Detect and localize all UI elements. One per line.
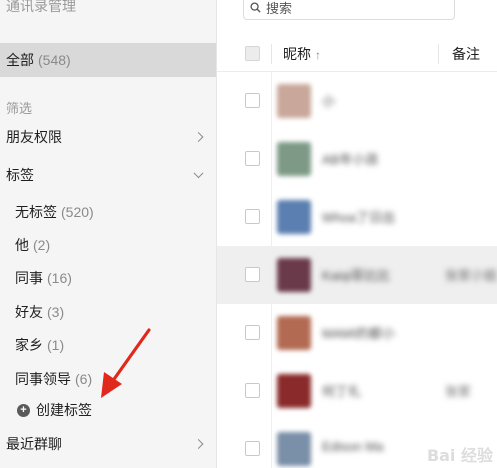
- contact-row[interactable]: Whoa了日出: [217, 188, 497, 246]
- row-checkbox[interactable]: [245, 325, 260, 340]
- avatar: [277, 200, 311, 234]
- column-header-nickname[interactable]: 昵称 ↑: [283, 44, 321, 64]
- row-checkbox[interactable]: [245, 151, 260, 166]
- contact-row[interactable]: AB年小孩: [217, 130, 497, 188]
- sidebar-item-label: 朋友权限: [6, 129, 62, 145]
- avatar: [277, 84, 311, 118]
- search-placeholder: 搜索: [266, 0, 293, 16]
- chevron-right-icon: [193, 439, 204, 449]
- contact-nickname: Whoa了日出: [322, 210, 395, 225]
- sidebar-item-tag-leader[interactable]: 同事领导 (6): [0, 362, 216, 396]
- row-checkbox[interactable]: [245, 383, 260, 398]
- sidebar-item-tag-hometown[interactable]: 家乡 (1): [0, 328, 216, 362]
- column-divider: [271, 304, 272, 362]
- column-divider: [271, 246, 272, 304]
- select-all-checkbox[interactable]: [245, 46, 260, 61]
- sidebar-item-count: (2): [33, 237, 51, 253]
- row-checkbox[interactable]: [245, 441, 260, 456]
- sidebar-item-label: 全部: [6, 52, 34, 68]
- contact-nickname: Kaiqi菲比比: [322, 268, 390, 283]
- filter-section-title: 筛选: [6, 101, 33, 116]
- contact-nickname: AB年小孩: [322, 152, 379, 167]
- contact-row[interactable]: 小: [217, 72, 497, 130]
- sidebar: 通讯录管理 全部 (548) 筛选 朋友权限 标签 无标签 (520) 他 (2…: [0, 0, 217, 468]
- create-tag-button[interactable]: + 创建标签: [0, 393, 216, 427]
- chevron-right-icon: [193, 132, 204, 142]
- sidebar-item-count: (3): [47, 304, 65, 320]
- column-divider: [271, 420, 272, 468]
- avatar: [277, 142, 311, 176]
- sidebar-item-tag-none[interactable]: 无标签 (520): [0, 195, 216, 229]
- sidebar-item-label: 他: [15, 237, 29, 253]
- sidebar-item-recent-groups[interactable]: 最近群聊: [0, 427, 216, 461]
- avatar: [277, 374, 311, 408]
- sidebar-item-label: 家乡: [15, 337, 43, 353]
- contact-row[interactable]: 何丁礼 张家: [217, 362, 497, 420]
- sidebar-item-label: 无标签: [15, 204, 57, 220]
- contact-nickname: 小: [322, 94, 336, 109]
- avatar: [277, 258, 311, 292]
- sidebar-item-count: (1): [47, 337, 65, 353]
- sidebar-item-label: 最近群聊: [6, 436, 62, 452]
- sidebar-item-count: (16): [47, 270, 72, 286]
- chevron-down-icon: [193, 168, 204, 179]
- column-divider: [271, 130, 272, 188]
- avatar: [277, 432, 311, 466]
- sidebar-item-count: (548): [38, 52, 71, 68]
- column-header-nickname-label: 昵称: [283, 45, 311, 62]
- contact-nickname: Edison Ma: [322, 439, 384, 454]
- sidebar-item-label: 同事领导: [15, 371, 71, 387]
- sidebar-item-all[interactable]: 全部 (548): [0, 43, 216, 77]
- row-checkbox[interactable]: [245, 209, 260, 224]
- sidebar-item-label: 同事: [15, 270, 43, 286]
- contact-remark: 张家: [445, 384, 472, 399]
- plus-circle-icon: +: [17, 403, 30, 417]
- avatar: [277, 316, 311, 350]
- sidebar-item-label: 标签: [6, 167, 34, 183]
- column-divider: [271, 362, 272, 420]
- column-header-remark[interactable]: 备注: [452, 44, 480, 64]
- sidebar-item-tag-he[interactable]: 他 (2): [0, 228, 216, 262]
- search-input[interactable]: 搜索: [243, 0, 455, 20]
- table-header: 昵称 ↑ 备注: [217, 36, 497, 72]
- contact-remark: 张家小姐: [445, 268, 497, 283]
- sidebar-item-tag-friend[interactable]: 好友 (3): [0, 295, 216, 329]
- create-tag-label: 创建标签: [36, 402, 92, 418]
- sidebar-title: 通讯录管理: [6, 0, 76, 14]
- sort-arrow-icon: ↑: [315, 47, 321, 62]
- sidebar-item-friend-permission[interactable]: 朋友权限: [0, 120, 216, 154]
- contact-list-panel: 搜索 昵称 ↑ 备注 小 AB年小孩 Whoa了日出 Kaiqi菲比比 张家小姐 MAMI的…: [217, 0, 497, 468]
- column-divider: [271, 188, 272, 246]
- column-divider: [438, 44, 439, 64]
- contact-nickname: MAMI的都小: [322, 326, 395, 341]
- row-checkbox[interactable]: [245, 93, 260, 108]
- sidebar-item-tag-colleague[interactable]: 同事 (16): [0, 261, 216, 295]
- column-divider: [271, 44, 272, 64]
- sidebar-item-label: 好友: [15, 304, 43, 320]
- contact-nickname: 何丁礼: [322, 384, 362, 399]
- contact-row[interactable]: Kaiqi菲比比 张家小姐: [217, 246, 497, 304]
- row-checkbox[interactable]: [245, 267, 260, 282]
- column-divider: [271, 72, 272, 130]
- watermark-logo: Bai 经验: [426, 446, 493, 465]
- contact-row[interactable]: MAMI的都小: [217, 304, 497, 362]
- sidebar-item-count: (520): [61, 204, 94, 220]
- sidebar-item-tags[interactable]: 标签: [0, 158, 216, 192]
- sidebar-item-count: (6): [75, 371, 93, 387]
- search-icon: [250, 1, 261, 13]
